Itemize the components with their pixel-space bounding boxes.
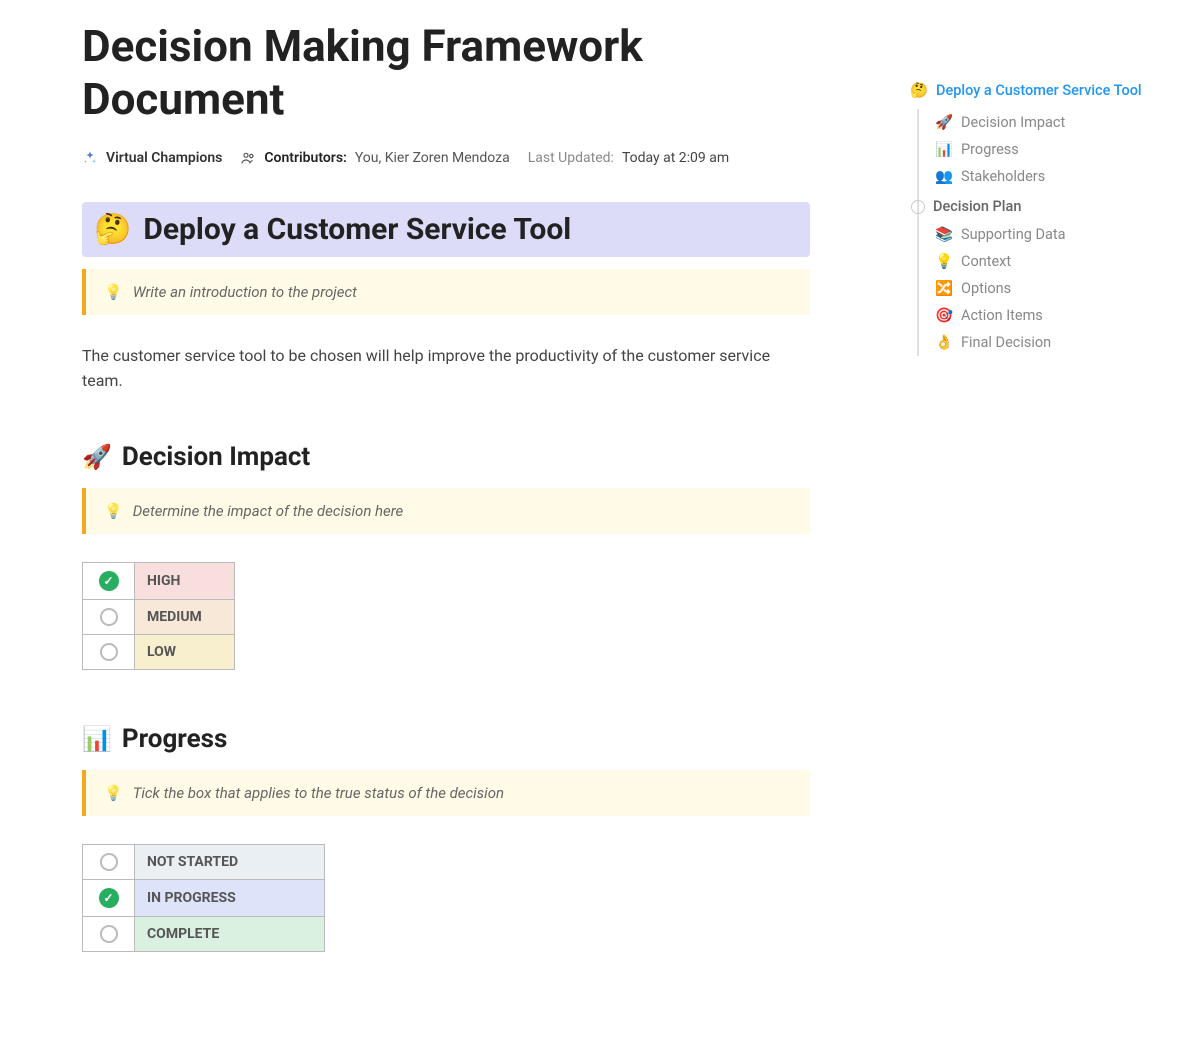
- hint-progress-text: Tick the box that applies to the true st…: [133, 784, 504, 802]
- contributors-value: You, Kier Zoren Mendoza: [355, 150, 510, 166]
- bulb-icon: 💡: [104, 283, 123, 301]
- outline-item-label: Supporting Data: [961, 226, 1065, 243]
- outline-item-label: Context: [961, 253, 1011, 270]
- meta-row: Virtual Champions Contributors: You, Kie…: [82, 150, 810, 166]
- radio-complete[interactable]: [100, 925, 118, 943]
- outline-section-label: Decision Plan: [933, 198, 1021, 215]
- meta-team-name: Virtual Champions: [106, 150, 222, 166]
- outline-item-options[interactable]: 🔀 Options: [935, 275, 1160, 302]
- bubble-icon: [911, 200, 925, 214]
- radio-notstarted[interactable]: [100, 853, 118, 871]
- people-icon: [240, 150, 256, 166]
- impact-table: ✓ HIGH MEDIUM LOW: [82, 562, 235, 670]
- table-row: ✓ IN PROGRESS: [83, 879, 325, 916]
- impact-medium[interactable]: MEDIUM: [135, 599, 235, 634]
- radio-medium[interactable]: [100, 608, 118, 626]
- outline-root[interactable]: 🤔 Deploy a Customer Service Tool: [910, 82, 1160, 99]
- impact-low[interactable]: LOW: [135, 634, 235, 669]
- outline-item-final-decision[interactable]: 👌 Final Decision: [935, 329, 1160, 356]
- section-banner-deploy: 🤔 Deploy a Customer Service Tool: [82, 202, 810, 257]
- thinking-icon: 🤔: [94, 212, 131, 247]
- rocket-icon: 🚀: [935, 114, 953, 131]
- table-row: COMPLETE: [83, 916, 325, 951]
- progress-inprogress[interactable]: IN PROGRESS: [135, 879, 325, 916]
- progress-complete[interactable]: COMPLETE: [135, 916, 325, 951]
- outline-item-label: Action Items: [961, 307, 1043, 324]
- target-icon: 🎯: [935, 307, 953, 324]
- radio-high[interactable]: ✓: [99, 571, 119, 591]
- hint-impact-text: Determine the impact of the decision her…: [133, 502, 404, 520]
- radio-low[interactable]: [100, 643, 118, 661]
- updated-label: Last Updated:: [528, 150, 614, 166]
- outline-section-decision-plan[interactable]: Decision Plan: [911, 198, 1160, 215]
- impact-high[interactable]: HIGH: [135, 562, 235, 599]
- hint-intro-text: Write an introduction to the project: [133, 283, 357, 301]
- meta-contributors[interactable]: Contributors: You, Kier Zoren Mendoza: [240, 150, 509, 166]
- rocket-icon: 🚀: [82, 443, 112, 471]
- meta-team[interactable]: Virtual Champions: [82, 150, 222, 166]
- chart-icon: 📊: [935, 141, 953, 158]
- table-row: LOW: [83, 634, 235, 669]
- outline-item-label: Final Decision: [961, 334, 1051, 351]
- outline-item-label: Options: [961, 280, 1011, 297]
- ok-icon: 👌: [935, 334, 953, 351]
- progress-notstarted[interactable]: NOT STARTED: [135, 844, 325, 879]
- table-row: ✓ HIGH: [83, 562, 235, 599]
- outline-item-progress[interactable]: 📊 Progress: [935, 136, 1160, 163]
- hint-progress[interactable]: 💡 Tick the box that applies to the true …: [82, 770, 810, 816]
- hint-impact[interactable]: 💡 Determine the impact of the decision h…: [82, 488, 810, 534]
- body-text[interactable]: The customer service tool to be chosen w…: [82, 343, 810, 394]
- outline-item-context[interactable]: 💡 Context: [935, 248, 1160, 275]
- table-row: MEDIUM: [83, 599, 235, 634]
- outline-item-supporting-data[interactable]: 📚 Supporting Data: [935, 221, 1160, 248]
- bulb-icon: 💡: [104, 502, 123, 520]
- sparkle-icon: [82, 150, 98, 166]
- outline-item-decision-impact[interactable]: 🚀 Decision Impact: [935, 109, 1160, 136]
- outline-item-label: Decision Impact: [961, 114, 1065, 131]
- outline-item-stakeholders[interactable]: 👥 Stakeholders: [935, 163, 1160, 190]
- radio-inprogress[interactable]: ✓: [99, 888, 119, 908]
- bulb-icon: 💡: [104, 784, 123, 802]
- outline-item-label: Stakeholders: [961, 168, 1045, 185]
- hint-intro[interactable]: 💡 Write an introduction to the project: [82, 269, 810, 315]
- outline-item-label: Progress: [961, 141, 1019, 158]
- heading-decision-impact-text: Decision Impact: [122, 442, 310, 472]
- page-title: Decision Making Framework Document: [82, 20, 810, 126]
- chart-icon: 📊: [82, 725, 112, 753]
- heading-progress-text: Progress: [122, 724, 227, 754]
- progress-table: NOT STARTED ✓ IN PROGRESS COMPLETE: [82, 844, 325, 952]
- people-icon: 👥: [935, 168, 953, 185]
- shuffle-icon: 🔀: [935, 280, 953, 297]
- outline-root-label: Deploy a Customer Service Tool: [936, 82, 1142, 99]
- meta-updated: Last Updated: Today at 2:09 am: [528, 150, 729, 166]
- books-icon: 📚: [935, 226, 953, 243]
- heading-decision-impact: 🚀 Decision Impact: [82, 442, 810, 472]
- contributors-label: Contributors:: [264, 150, 346, 166]
- outline-sidebar: 🤔 Deploy a Customer Service Tool 🚀 Decis…: [910, 82, 1160, 356]
- table-row: NOT STARTED: [83, 844, 325, 879]
- outline-item-action-items[interactable]: 🎯 Action Items: [935, 302, 1160, 329]
- thinking-icon: 🤔: [910, 82, 928, 99]
- banner-title: Deploy a Customer Service Tool: [143, 212, 571, 247]
- bulb-icon: 💡: [935, 253, 953, 270]
- heading-progress: 📊 Progress: [82, 724, 810, 754]
- updated-value: Today at 2:09 am: [622, 150, 729, 166]
